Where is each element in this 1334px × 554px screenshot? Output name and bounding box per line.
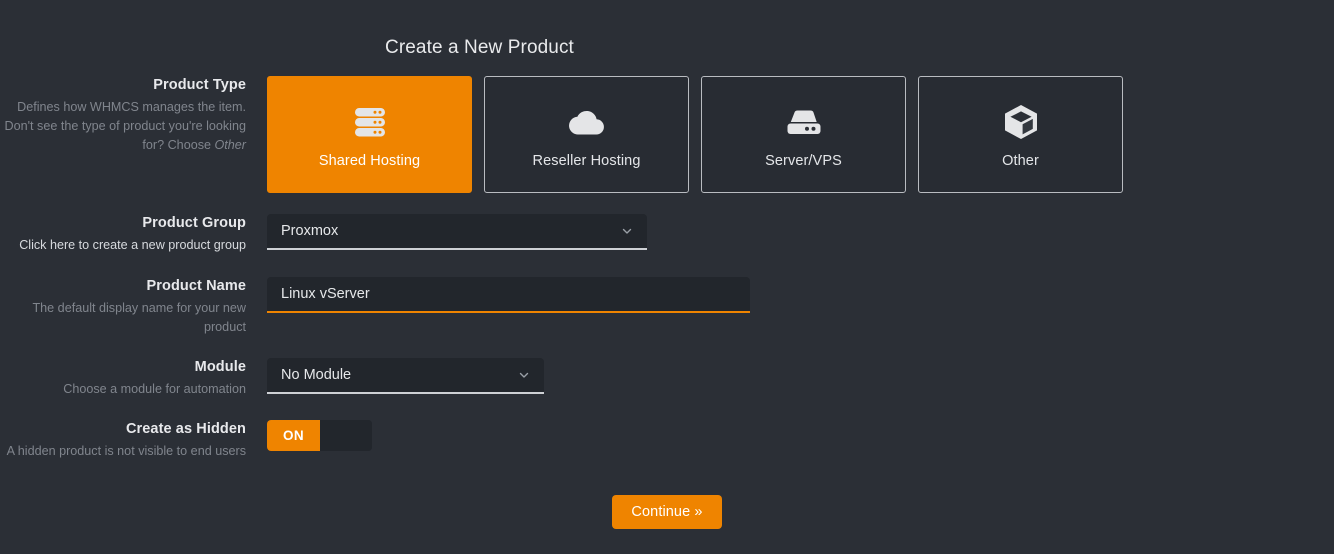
create-product-page: Create a New Product Product Type Define… xyxy=(0,0,1334,554)
product-type-card-shared-hosting[interactable]: Shared Hosting xyxy=(267,76,472,193)
create-hidden-label: Create as Hidden xyxy=(0,420,246,438)
product-type-help-line2: Don't see the type of product you're loo… xyxy=(5,119,246,133)
product-name-input-wrap[interactable] xyxy=(267,277,750,313)
product-name-row: Product Name The default display name fo… xyxy=(0,277,750,337)
product-group-field-col: Proxmox xyxy=(267,214,647,250)
product-group-row: Product Group Click here to create a new… xyxy=(0,214,647,255)
product-type-help-line3: for? Choose xyxy=(142,138,214,152)
chevron-down-icon xyxy=(621,225,633,237)
server-stack-icon xyxy=(348,100,392,144)
create-product-group-link[interactable]: Click here to create a new product group xyxy=(0,236,246,255)
product-name-help-line1: The default display name for your new xyxy=(32,301,246,315)
product-name-input[interactable] xyxy=(281,286,736,302)
create-hidden-toggle-state: ON xyxy=(267,420,320,451)
module-field-col: No Module xyxy=(267,358,544,394)
product-type-card-label: Reseller Hosting xyxy=(533,153,641,169)
continue-button[interactable]: Continue » xyxy=(612,495,721,529)
create-hidden-toggle-track xyxy=(320,420,372,451)
product-type-help: Defines how WHMCS manages the item. Don'… xyxy=(0,98,246,155)
product-group-selected-value: Proxmox xyxy=(281,223,613,239)
create-hidden-label-col: Create as Hidden A hidden product is not… xyxy=(0,420,267,461)
product-type-label: Product Type xyxy=(0,76,246,94)
cloud-icon xyxy=(564,100,610,144)
server-unit-icon xyxy=(781,100,827,144)
product-type-card-reseller-hosting[interactable]: Reseller Hosting xyxy=(484,76,689,193)
product-name-label-col: Product Name The default display name fo… xyxy=(0,277,267,337)
create-hidden-toggle[interactable]: ON xyxy=(267,420,372,451)
product-type-card-server-vps[interactable]: Server/VPS xyxy=(701,76,906,193)
product-type-card-other[interactable]: Other xyxy=(918,76,1123,193)
create-hidden-help: A hidden product is not visible to end u… xyxy=(0,442,246,461)
product-group-label: Product Group xyxy=(0,214,246,232)
create-hidden-field-col: ON xyxy=(267,420,372,451)
product-type-label-col: Product Type Defines how WHMCS manages t… xyxy=(0,76,267,155)
chevron-down-icon xyxy=(518,369,530,381)
create-hidden-row: Create as Hidden A hidden product is not… xyxy=(0,420,372,461)
module-label-col: Module Choose a module for automation xyxy=(0,358,267,399)
module-label: Module xyxy=(0,358,246,376)
product-type-row: Product Type Defines how WHMCS manages t… xyxy=(0,76,1123,193)
product-type-card-label: Server/VPS xyxy=(765,153,842,169)
product-type-card-group: Shared Hosting Reseller Hosting xyxy=(267,76,1123,193)
page-title: Create a New Product xyxy=(385,37,574,59)
product-type-help-line1: Defines how WHMCS manages the item. xyxy=(17,100,246,114)
product-group-label-col: Product Group Click here to create a new… xyxy=(0,214,267,255)
module-selected-value: No Module xyxy=(281,367,510,383)
product-type-field-col: Shared Hosting Reseller Hosting xyxy=(267,76,1123,193)
product-type-card-label: Other xyxy=(1002,153,1039,169)
product-group-select[interactable]: Proxmox xyxy=(267,214,647,250)
product-type-help-other-em: Other xyxy=(215,138,247,152)
product-name-field-col xyxy=(267,277,750,313)
module-help: Choose a module for automation xyxy=(0,380,246,399)
product-name-help-line2: product xyxy=(204,320,246,334)
product-name-label: Product Name xyxy=(0,277,246,295)
cube-icon xyxy=(999,100,1043,144)
product-type-card-label: Shared Hosting xyxy=(319,153,420,169)
product-name-help: The default display name for your new pr… xyxy=(0,299,246,337)
module-select[interactable]: No Module xyxy=(267,358,544,394)
module-row: Module Choose a module for automation No… xyxy=(0,358,544,399)
footer-actions: Continue » xyxy=(0,495,1334,529)
